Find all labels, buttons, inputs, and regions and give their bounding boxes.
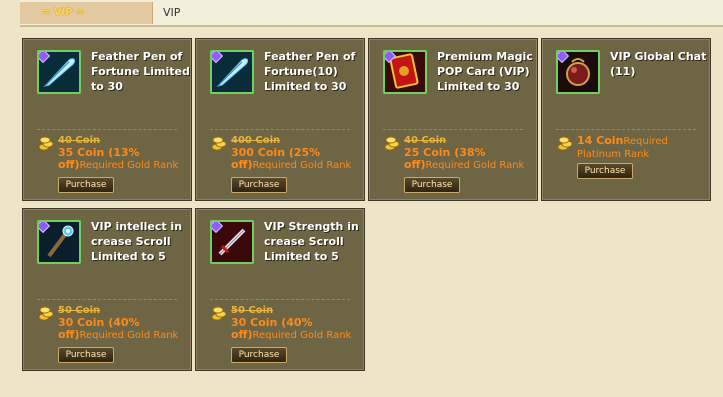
coin-icon (557, 136, 573, 151)
sale-price: 14 CoinRequired Platinum Rank (577, 135, 709, 161)
rank-requirement: Required Gold Rank (79, 330, 179, 341)
coin-icon (38, 136, 54, 151)
divider (37, 299, 177, 300)
item-name: VIP Strength in crease Scroll Limited to… (264, 220, 359, 263)
purchase-button[interactable]: Purchase (231, 177, 287, 193)
feather-pen-icon[interactable] (37, 50, 81, 94)
coin-icon (38, 306, 54, 321)
rank-requirement: Required Gold Rank (252, 160, 352, 171)
breadcrumb: VIP (163, 6, 181, 19)
magic-card-icon[interactable] (383, 50, 427, 94)
sale-price-text: 14 Coin (577, 134, 624, 147)
sale-price: 30 Coin (40% off)Required Gold Rank (231, 317, 363, 342)
item-name: Premium Magic POP Card (VIP) Limited to … (437, 50, 533, 93)
item-name: VIP Global Chat (11) (610, 50, 707, 78)
original-price: 50 Coin (58, 305, 101, 316)
rank-requirement: Required Gold Rank (425, 160, 525, 171)
sale-price: 25 Coin (38% off)Required Gold Rank (404, 147, 536, 172)
sword-icon[interactable] (210, 220, 254, 264)
staff-icon[interactable] (37, 220, 81, 264)
original-price: 50 Coin (231, 305, 274, 316)
original-price: 40 Coin (58, 135, 101, 146)
tab-vip[interactable]: = VIP = (20, 2, 153, 24)
item-card: Feather Pen of Fortune(10) Limited to 30… (195, 38, 365, 201)
sale-price: 35 Coin (13% off)Required Gold Rank (58, 147, 190, 172)
original-price: 400 Coin (231, 135, 281, 146)
divider (210, 129, 350, 130)
item-card: VIP intellect in crease Scroll Limited t… (22, 208, 192, 371)
divider (383, 129, 523, 130)
divider (210, 299, 350, 300)
rank-requirement: Required Gold Rank (252, 330, 352, 341)
purchase-button[interactable]: Purchase (58, 177, 114, 193)
item-card: VIP Strength in crease Scroll Limited to… (195, 208, 365, 371)
purchase-button[interactable]: Purchase (404, 177, 460, 193)
chat-orb-icon[interactable] (556, 50, 600, 94)
coin-icon (384, 136, 400, 151)
purchase-button[interactable]: Purchase (577, 163, 633, 179)
item-card: Premium Magic POP Card (VIP) Limited to … (368, 38, 538, 201)
purchase-button[interactable]: Purchase (231, 347, 287, 363)
item-card: Feather Pen of Fortune Limited to 30 40 … (22, 38, 192, 201)
coin-icon (211, 306, 227, 321)
original-price: 40 Coin (404, 135, 447, 146)
item-name: Feather Pen of Fortune Limited to 30 (91, 50, 190, 93)
purchase-button[interactable]: Purchase (58, 347, 114, 363)
sale-price: 30 Coin (40% off)Required Gold Rank (58, 317, 190, 342)
rank-requirement: Required Gold Rank (79, 160, 179, 171)
item-card: VIP Global Chat (11) 14 CoinRequired Pla… (541, 38, 711, 201)
item-name: Feather Pen of Fortune(10) Limited to 30 (264, 50, 356, 93)
feather-pen-icon[interactable] (210, 50, 254, 94)
coin-icon (211, 136, 227, 151)
sale-price: 300 Coin (25% off)Required Gold Rank (231, 147, 363, 172)
tab-bar: = VIP = VIP (20, 0, 723, 27)
divider (37, 129, 177, 130)
divider (556, 129, 696, 130)
item-name: VIP intellect in crease Scroll Limited t… (91, 220, 183, 263)
